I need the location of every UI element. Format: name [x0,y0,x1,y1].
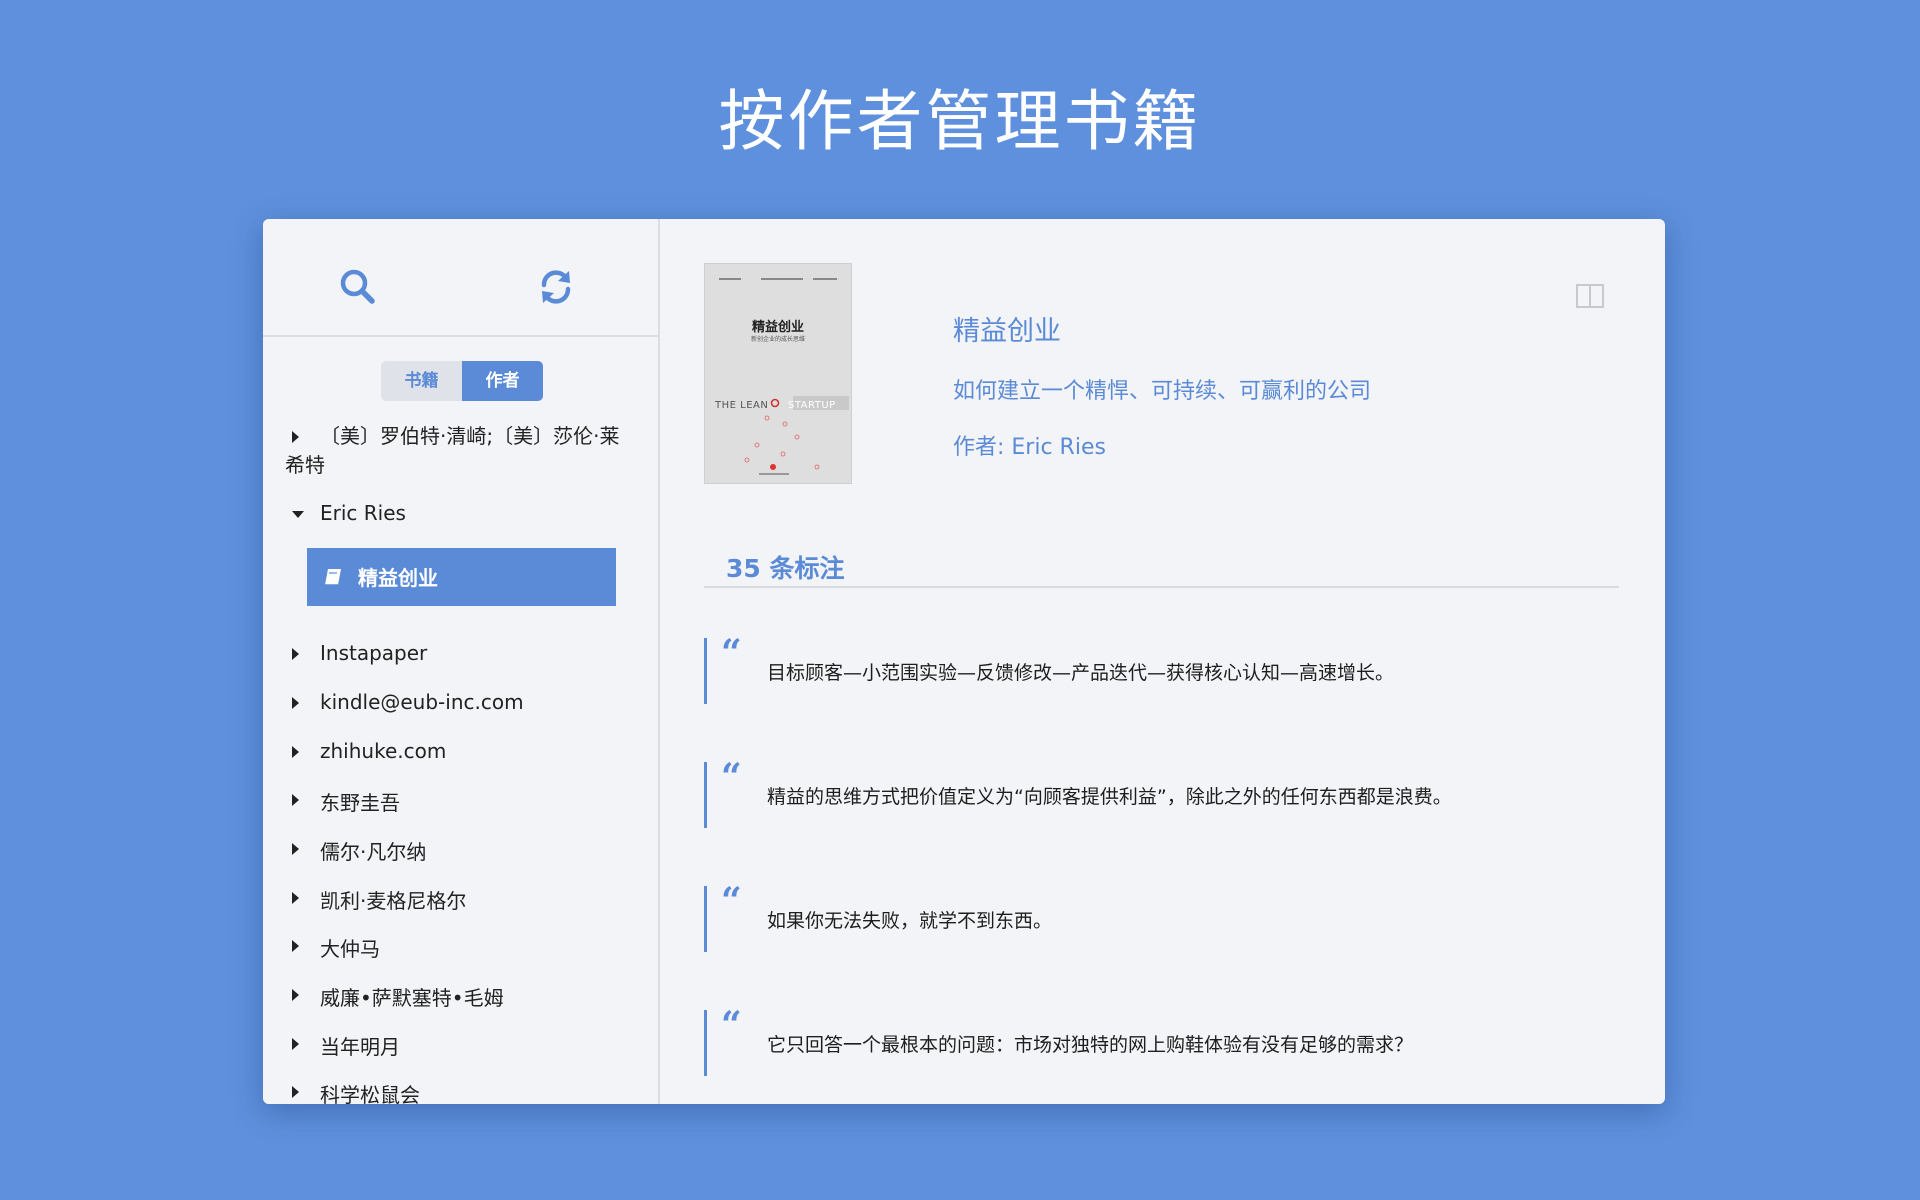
search-button[interactable] [338,267,378,307]
sidebar: 书籍 作者 〔美〕罗伯特·清崎;〔美〕莎伦·莱希特 Eric Ries 精益创业… [263,219,660,1104]
author-label: Instapaper [320,641,428,665]
toggle-pane-button[interactable] [1575,283,1605,309]
author-label: Eric Ries [320,501,406,525]
disclosure-arrow-icon[interactable] [292,697,299,709]
author-label: 凯利·麦格尼格尔 [320,889,467,913]
disclosure-arrow-icon[interactable] [292,843,299,855]
disclosure-arrow-icon[interactable] [292,794,299,806]
cover-art [719,278,849,475]
author-item-higashino[interactable]: 东野圭吾 [263,787,658,815]
note-item[interactable]: “ 精益的思维方式把价值定义为“向顾客提供利益”，除此之外的任何东西都是浪费。 [704,756,1604,828]
disclosure-arrow-icon[interactable] [292,746,299,758]
author-item-verne[interactable]: 儒尔·凡尔纳 [263,836,658,864]
disclosure-arrow-icon[interactable] [292,989,299,1001]
disclosure-arrow-icon[interactable] [292,648,299,660]
note-text: 精益的思维方式把价值定义为“向顾客提供利益”，除此之外的任何东西都是浪费。 [767,786,1452,808]
notes-count-heading: 35 条标注 [726,554,845,583]
divider [704,586,1619,588]
cover-lean: THE LEAN [715,400,769,411]
note-item[interactable]: “ 如果你无法失败，就学不到东西。 [704,880,1604,952]
view-segmented-control: 书籍 作者 [381,361,543,401]
note-text: 如果你无法失败，就学不到东西。 [767,910,1053,932]
detail-pane: 精益创业 新创企业的成长思维 THE LEAN STARTUP 精益创业 如何建… [660,219,1665,1104]
search-icon [340,269,375,304]
note-text: 目标顾客—小范围实验—反馈修改—产品迭代—获得核心认知—高速增长。 [767,662,1395,684]
author-label: 大仲马 [320,937,380,961]
banner-title: 按作者管理书籍 [718,83,1202,160]
quote-icon: “ [721,1004,742,1046]
cover-startup: STARTUP [788,400,836,411]
note-text: 它只回答一个最根本的问题：市场对独特的网上购鞋体验有没有足够的需求？ [767,1034,1414,1056]
note-bar [704,638,707,704]
disclosure-arrow-icon[interactable] [292,1038,299,1050]
disclosure-arrow-icon[interactable] [292,1086,299,1098]
author-label: kindle@eub-inc.com [320,690,524,714]
quote-icon: “ [721,756,742,798]
segment-authors[interactable]: 作者 [462,361,543,401]
author-item-instapaper[interactable]: Instapaper [263,641,658,669]
author-item-zhihuke[interactable]: zhihuke.com [263,739,658,767]
author-item-eric-ries[interactable]: Eric Ries [263,501,658,529]
cover-title: 精益创业 [751,320,804,335]
author-item-robert-kiyosaki[interactable]: 〔美〕罗伯特·清崎;〔美〕莎伦·莱希特 [263,422,658,482]
book-cover: 精益创业 新创企业的成长思维 THE LEAN STARTUP [704,263,852,484]
author-label: 当年明月 [320,1035,400,1059]
note-item[interactable]: “ 目标顾客—小范围实验—反馈修改—产品迭代—获得核心认知—高速增长。 [704,632,1604,704]
author-label: 〔美〕罗伯特·清崎;〔美〕莎伦·莱希特 [285,424,620,477]
author-label: 威廉•萨默塞特•毛姆 [320,986,504,1010]
quote-icon: “ [721,632,742,674]
disclosure-arrow-icon[interactable] [292,892,299,904]
segment-books[interactable]: 书籍 [381,361,462,401]
book-subtitle: 如何建立一个精悍、可持续、可赢利的公司 [953,379,1372,404]
disclosure-arrow-icon[interactable] [292,940,299,952]
author-label: 科学松鼠会 [320,1083,420,1104]
book-icon [325,569,341,586]
cover-subtitle: 新创企业的成长思维 [750,336,805,343]
author-label: 东野圭吾 [320,791,400,815]
author-item-kindle[interactable]: kindle@eub-inc.com [263,690,658,718]
author-label: 儒尔·凡尔纳 [320,840,427,864]
note-bar [704,886,707,952]
note-bar [704,1010,707,1076]
author-item-songshuhui[interactable]: 科学松鼠会 [263,1079,658,1104]
book-label: 精益创业 [358,566,438,590]
app-window: 书籍 作者 〔美〕罗伯特·清崎;〔美〕莎伦·莱希特 Eric Ries 精益创业… [263,219,1665,1104]
disclosure-arrow-down-icon[interactable] [292,511,304,518]
split-pane-icon [1576,284,1604,308]
author-item-mcgonigal[interactable]: 凯利·麦格尼格尔 [263,885,658,913]
note-item[interactable]: “ 它只回答一个最根本的问题：市场对独特的网上购鞋体验有没有足够的需求？ [704,1004,1604,1076]
author-label: zhihuke.com [320,739,447,763]
author-item-maugham[interactable]: 威廉•萨默塞特•毛姆 [263,982,658,1010]
refresh-button[interactable] [536,267,576,307]
author-item-dumas[interactable]: 大仲马 [263,933,658,961]
sidebar-toolbar [263,219,658,337]
author-item-dangnian-mingyue[interactable]: 当年明月 [263,1031,658,1059]
quote-icon: “ [721,880,742,922]
book-item-selected[interactable]: 精益创业 [307,548,616,606]
refresh-icon [541,270,571,304]
note-bar [704,762,707,828]
book-title: 精益创业 [953,316,1061,347]
book-author: 作者: Eric Ries [953,435,1106,460]
